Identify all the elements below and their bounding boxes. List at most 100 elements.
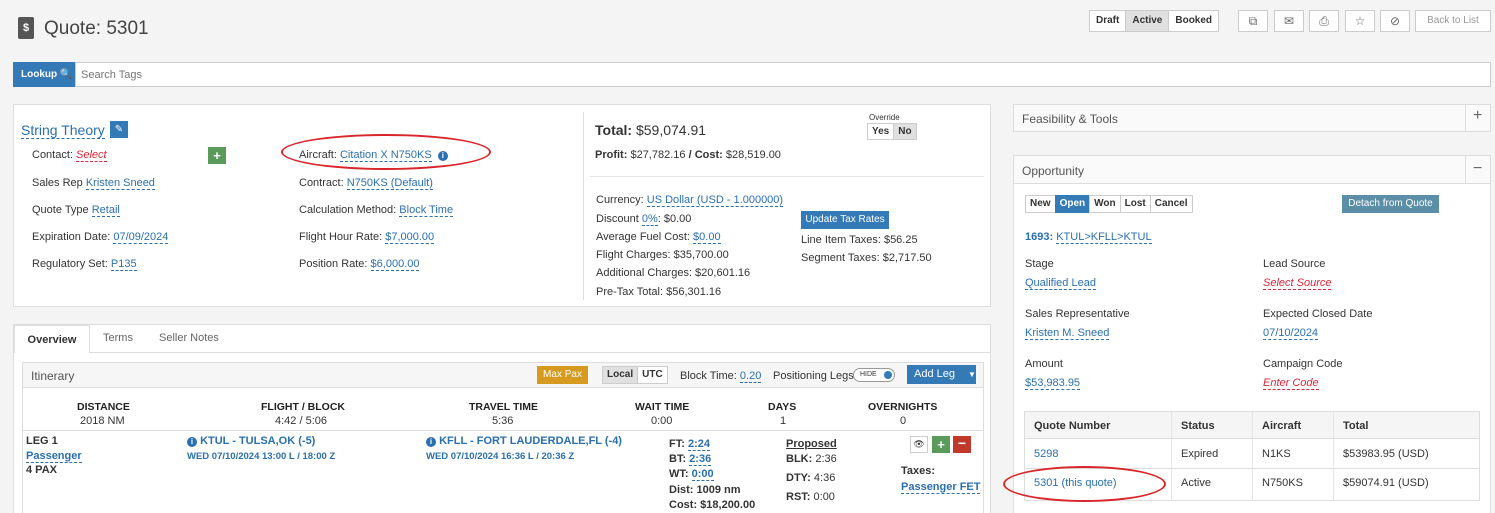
- add-leg-button[interactable]: Add Leg ▼: [907, 365, 976, 384]
- col-total: Total: [1343, 420, 1369, 432]
- currency-link[interactable]: US Dollar (USD - 1.000000): [646, 194, 784, 207]
- local-time-button[interactable]: Local: [602, 366, 639, 384]
- flight-hour-rate-link[interactable]: $7,000.00: [385, 231, 435, 244]
- departure-info-icon[interactable]: i: [187, 437, 197, 447]
- sales-representative-label: Sales Representative: [1025, 308, 1130, 320]
- client-name-link[interactable]: String Theory: [21, 122, 105, 139]
- back-to-list-button[interactable]: Back to List: [1415, 10, 1491, 32]
- leg-distance: Dist: 1009 nm: [669, 484, 741, 496]
- calc-method-link[interactable]: Block Time: [399, 204, 454, 217]
- arrival-time[interactable]: WED 07/10/2024 16:36 L / 20:36 Z: [426, 451, 574, 462]
- position-rate-link[interactable]: $6,000.00: [370, 258, 420, 271]
- search-tags-input[interactable]: [75, 62, 1491, 87]
- contact-select-link[interactable]: Select: [76, 149, 107, 162]
- wait-time-value: 0:00: [651, 415, 673, 427]
- expand-plus-icon[interactable]: +: [1473, 107, 1482, 125]
- travel-time-header: TRAVEL TIME: [469, 401, 539, 413]
- quote-type-link[interactable]: Retail: [91, 204, 120, 217]
- table-row-aircraft: N750KS: [1262, 477, 1303, 489]
- status-active-button[interactable]: Active: [1125, 10, 1170, 32]
- col-divider-2: [1252, 412, 1253, 501]
- leg-type-link[interactable]: Passenger: [26, 450, 82, 463]
- table-row-quote-link[interactable]: 5298: [1034, 448, 1058, 460]
- expected-close-link[interactable]: 07/10/2024: [1263, 327, 1319, 340]
- status-booked-button[interactable]: Booked: [1168, 10, 1220, 32]
- tab-overview[interactable]: Overview: [14, 325, 90, 353]
- status-draft-button[interactable]: Draft: [1089, 10, 1127, 32]
- col-status: Status: [1181, 420, 1215, 432]
- cancel-icon[interactable]: ⊘: [1380, 10, 1410, 32]
- lead-source-link[interactable]: Select Source: [1263, 277, 1332, 290]
- bt-link[interactable]: 2:36: [689, 453, 712, 466]
- edit-icon[interactable]: ✎: [110, 121, 128, 138]
- leg-view-icon[interactable]: 👁: [910, 436, 928, 453]
- tab-bar-line: [13, 352, 991, 353]
- sales-representative-link[interactable]: Kristen M. Sneed: [1025, 327, 1110, 340]
- tab-terms[interactable]: Terms: [103, 332, 133, 344]
- block-time-link[interactable]: 0.20: [739, 370, 762, 383]
- wt-row: WT: 0:00: [669, 468, 714, 481]
- flight-hour-rate-row: Flight Hour Rate: $7,000.00: [299, 231, 435, 244]
- taxes-link[interactable]: Passenger FET: [901, 481, 981, 494]
- positioning-legs-toggle[interactable]: HIDE: [853, 368, 895, 382]
- departure-airport[interactable]: i KTUL - TULSA,OK (-5): [187, 435, 315, 447]
- expiration-link[interactable]: 07/09/2024: [113, 231, 169, 244]
- leg-add-icon[interactable]: +: [932, 436, 950, 453]
- additional-charges: Additional Charges: $20,601.16: [596, 267, 751, 279]
- arrival-airport[interactable]: i KFLL - FORT LAUDERDALE,FL (-4): [426, 435, 622, 447]
- dty-row: DTY: 4:36: [786, 472, 836, 484]
- departure-time[interactable]: WED 07/10/2024 13:00 L / 18:00 Z: [187, 451, 335, 462]
- trip-route-link[interactable]: KTUL>KFLL>KTUL: [1056, 231, 1152, 244]
- feasibility-title: Feasibility & Tools: [1022, 112, 1118, 126]
- discount-link[interactable]: 0%: [641, 213, 658, 226]
- collapse-minus-icon[interactable]: −: [1473, 160, 1482, 178]
- overnights-header: OVERNIGHTS: [868, 401, 938, 413]
- copy-icon[interactable]: ⧉: [1238, 10, 1268, 32]
- stage-lost-button[interactable]: Lost: [1119, 195, 1151, 213]
- ft-link[interactable]: 2:24: [687, 438, 710, 451]
- stage-won-button[interactable]: Won: [1089, 195, 1121, 213]
- days-header: DAYS: [768, 401, 797, 413]
- trip-row: 1693: KTUL>KFLL>KTUL: [1025, 231, 1152, 244]
- table-row-total: $59074.91 (USD): [1343, 477, 1429, 489]
- block-time-row: Block Time: 0.20: [680, 370, 762, 383]
- search-icon: 🔍: [59, 69, 73, 80]
- tab-seller-notes[interactable]: Seller Notes: [159, 332, 219, 344]
- aircraft-highlight-oval: [281, 134, 491, 170]
- update-tax-rates-button[interactable]: Update Tax Rates: [801, 211, 889, 229]
- days-value: 1: [780, 415, 787, 427]
- add-contact-button[interactable]: +: [208, 147, 226, 164]
- contract-link[interactable]: N750KS (Default): [346, 177, 433, 190]
- max-pax-button[interactable]: Max Pax: [537, 366, 588, 384]
- star-icon[interactable]: ☆: [1345, 10, 1375, 32]
- stage-value-link[interactable]: Qualified Lead: [1025, 277, 1096, 290]
- leg-remove-icon[interactable]: −: [953, 436, 971, 453]
- leg-cost: Cost: $18,200.00: [669, 499, 756, 511]
- print-icon[interactable]: ⎙: [1309, 10, 1339, 32]
- stage-cancel-button[interactable]: Cancel: [1149, 195, 1193, 213]
- col-quote-number: Quote Number: [1034, 420, 1111, 432]
- detach-from-quote-button[interactable]: Detach from Quote: [1342, 195, 1439, 213]
- segment-taxes: Segment Taxes: $2,717.50: [801, 252, 932, 264]
- override-no-button[interactable]: No: [893, 123, 917, 140]
- email-icon[interactable]: ✉: [1274, 10, 1304, 32]
- lookup-label: Lookup: [21, 69, 58, 80]
- stage-open-button[interactable]: Open: [1054, 195, 1091, 213]
- caret-down-icon: ▼: [968, 370, 976, 379]
- override-yes-button[interactable]: Yes: [867, 123, 895, 140]
- arrival-info-icon[interactable]: i: [426, 437, 436, 447]
- fuel-cost-link[interactable]: $0.00: [693, 231, 721, 244]
- opportunity-header: [1014, 156, 1490, 184]
- regulatory-link[interactable]: P135: [110, 258, 137, 271]
- stage-new-button[interactable]: New: [1025, 195, 1056, 213]
- amount-link[interactable]: $53,983.95: [1025, 377, 1081, 390]
- lookup-button[interactable]: Lookup 🔍: [13, 62, 75, 87]
- taxes-label: Taxes:: [901, 465, 936, 477]
- profit-cost-row: Profit: $27,782.16 / Cost: $28,519.00: [595, 149, 781, 161]
- utc-time-button[interactable]: UTC: [637, 366, 668, 384]
- wt-link[interactable]: 0:00: [691, 468, 714, 481]
- col-divider-3: [1333, 412, 1334, 501]
- col-divider-1: [1171, 412, 1172, 501]
- campaign-code-link[interactable]: Enter Code: [1263, 377, 1319, 390]
- sales-rep-link[interactable]: Kristen Sneed: [85, 177, 155, 190]
